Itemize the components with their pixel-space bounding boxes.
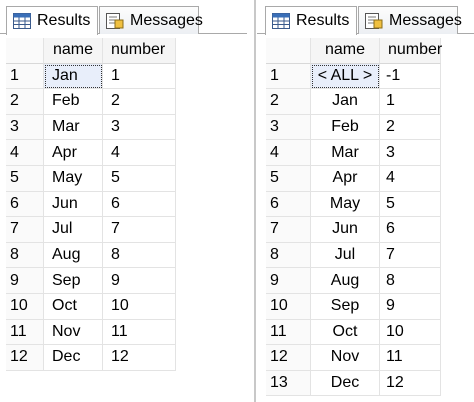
cell-name[interactable]: Jul: [44, 217, 103, 243]
cell-number[interactable]: 8: [103, 242, 176, 269]
cell-name[interactable]: Feb: [311, 114, 380, 141]
tab-bar: Results Messages: [0, 0, 247, 35]
cell-number[interactable]: 2: [103, 89, 176, 115]
tab-results-label: Results: [296, 12, 350, 29]
results-pane-right: Results Messages name number 1 < ALL > -1 2…: [257, 0, 474, 402]
cell-name[interactable]: Oct: [44, 293, 103, 320]
cell-name[interactable]: Feb: [44, 89, 103, 115]
cell-name[interactable]: Dec: [44, 345, 103, 371]
tab-messages[interactable]: Messages: [358, 6, 462, 34]
tab-messages[interactable]: Messages: [99, 6, 203, 34]
row-number[interactable]: 3: [6, 114, 44, 141]
messages-icon: [106, 12, 124, 29]
cell-name[interactable]: Dec: [311, 370, 380, 397]
cell-number[interactable]: 7: [380, 242, 441, 269]
row-header-corner[interactable]: [6, 38, 44, 64]
cell-number[interactable]: 12: [103, 345, 176, 371]
cell-number[interactable]: 10: [103, 293, 176, 320]
cell-name[interactable]: Jun: [311, 217, 380, 243]
pane-divider: [254, 0, 256, 402]
cell-name[interactable]: Jun: [44, 191, 103, 218]
row-number[interactable]: 12: [266, 345, 311, 371]
cell-name[interactable]: Nov: [311, 345, 380, 371]
cell-name[interactable]: Nov: [44, 319, 103, 346]
cell-name[interactable]: May: [311, 191, 380, 218]
row-number[interactable]: 12: [6, 345, 44, 371]
row-number[interactable]: 2: [266, 89, 311, 115]
row-number[interactable]: 4: [266, 140, 311, 166]
row-number[interactable]: 1: [6, 63, 44, 90]
tab-bar: Results Messages: [257, 0, 474, 35]
row-number[interactable]: 6: [6, 191, 44, 218]
cell-name[interactable]: Aug: [311, 268, 380, 294]
row-number[interactable]: 11: [6, 319, 44, 346]
row-number[interactable]: 4: [6, 140, 44, 166]
results-grid-icon: [272, 13, 290, 29]
cell-name[interactable]: Apr: [44, 140, 103, 166]
row-number[interactable]: 8: [6, 242, 44, 269]
row-number[interactable]: 6: [266, 191, 311, 218]
cell-number[interactable]: 3: [380, 140, 441, 166]
cell-number[interactable]: 12: [380, 370, 441, 397]
cell-name[interactable]: < ALL >: [311, 63, 380, 90]
cell-number[interactable]: 4: [380, 165, 441, 192]
cell-number[interactable]: 11: [380, 345, 441, 371]
cell-number[interactable]: -1: [380, 63, 441, 90]
cell-number[interactable]: 7: [103, 217, 176, 243]
cell-number[interactable]: 1: [380, 89, 441, 115]
column-header-name[interactable]: name: [44, 38, 103, 64]
cell-number[interactable]: 5: [380, 191, 441, 218]
row-number[interactable]: 7: [6, 217, 44, 243]
results-grid-icon: [13, 13, 31, 29]
row-number[interactable]: 2: [6, 89, 44, 115]
cell-name[interactable]: Mar: [311, 140, 380, 166]
cell-number[interactable]: 5: [103, 165, 176, 192]
cell-number[interactable]: 1: [103, 63, 176, 90]
cell-name[interactable]: Aug: [44, 242, 103, 269]
cell-name[interactable]: Sep: [44, 268, 103, 294]
row-number[interactable]: 3: [266, 114, 311, 141]
row-number[interactable]: 7: [266, 217, 311, 243]
cell-name[interactable]: Mar: [44, 114, 103, 141]
tab-results[interactable]: Results: [265, 6, 357, 35]
tab-messages-label: Messages: [389, 11, 462, 29]
cell-name[interactable]: Jul: [311, 242, 380, 269]
row-header-corner[interactable]: [266, 38, 311, 64]
row-number[interactable]: 1: [266, 63, 311, 90]
column-header-number[interactable]: number: [380, 38, 442, 64]
cell-name[interactable]: Oct: [311, 319, 380, 346]
row-number[interactable]: 8: [266, 242, 311, 269]
column-header-name[interactable]: name: [311, 38, 380, 64]
row-number[interactable]: 9: [266, 268, 311, 294]
row-number[interactable]: 13: [266, 370, 311, 397]
cell-number[interactable]: 8: [380, 268, 441, 294]
cell-number[interactable]: 3: [103, 114, 176, 141]
cell-name[interactable]: Jan: [44, 63, 103, 90]
results-pane-left: Results Messages name number 1 Jan 1 2 Feb 2 3…: [0, 0, 247, 402]
row-number[interactable]: 9: [6, 268, 44, 294]
row-number[interactable]: 11: [266, 319, 311, 346]
cell-number[interactable]: 9: [103, 268, 176, 294]
row-number[interactable]: 5: [266, 165, 311, 192]
cell-name[interactable]: Sep: [311, 293, 380, 320]
cell-name[interactable]: Jan: [311, 89, 380, 115]
tab-messages-label: Messages: [130, 11, 203, 29]
cell-number[interactable]: 4: [103, 140, 176, 166]
cell-number[interactable]: 9: [380, 293, 441, 320]
row-number[interactable]: 10: [266, 293, 311, 320]
cell-number[interactable]: 6: [380, 217, 441, 243]
tab-results[interactable]: Results: [6, 6, 98, 35]
column-header-number[interactable]: number: [103, 38, 176, 64]
row-number[interactable]: 10: [6, 293, 44, 320]
messages-icon: [365, 12, 383, 29]
tab-results-label: Results: [37, 12, 91, 29]
cell-number[interactable]: 2: [380, 114, 441, 141]
cell-number[interactable]: 6: [103, 191, 176, 218]
cell-number[interactable]: 10: [380, 319, 441, 346]
cell-number[interactable]: 11: [103, 319, 176, 346]
cell-name[interactable]: May: [44, 165, 103, 192]
row-number[interactable]: 5: [6, 165, 44, 192]
cell-name[interactable]: Apr: [311, 165, 380, 192]
